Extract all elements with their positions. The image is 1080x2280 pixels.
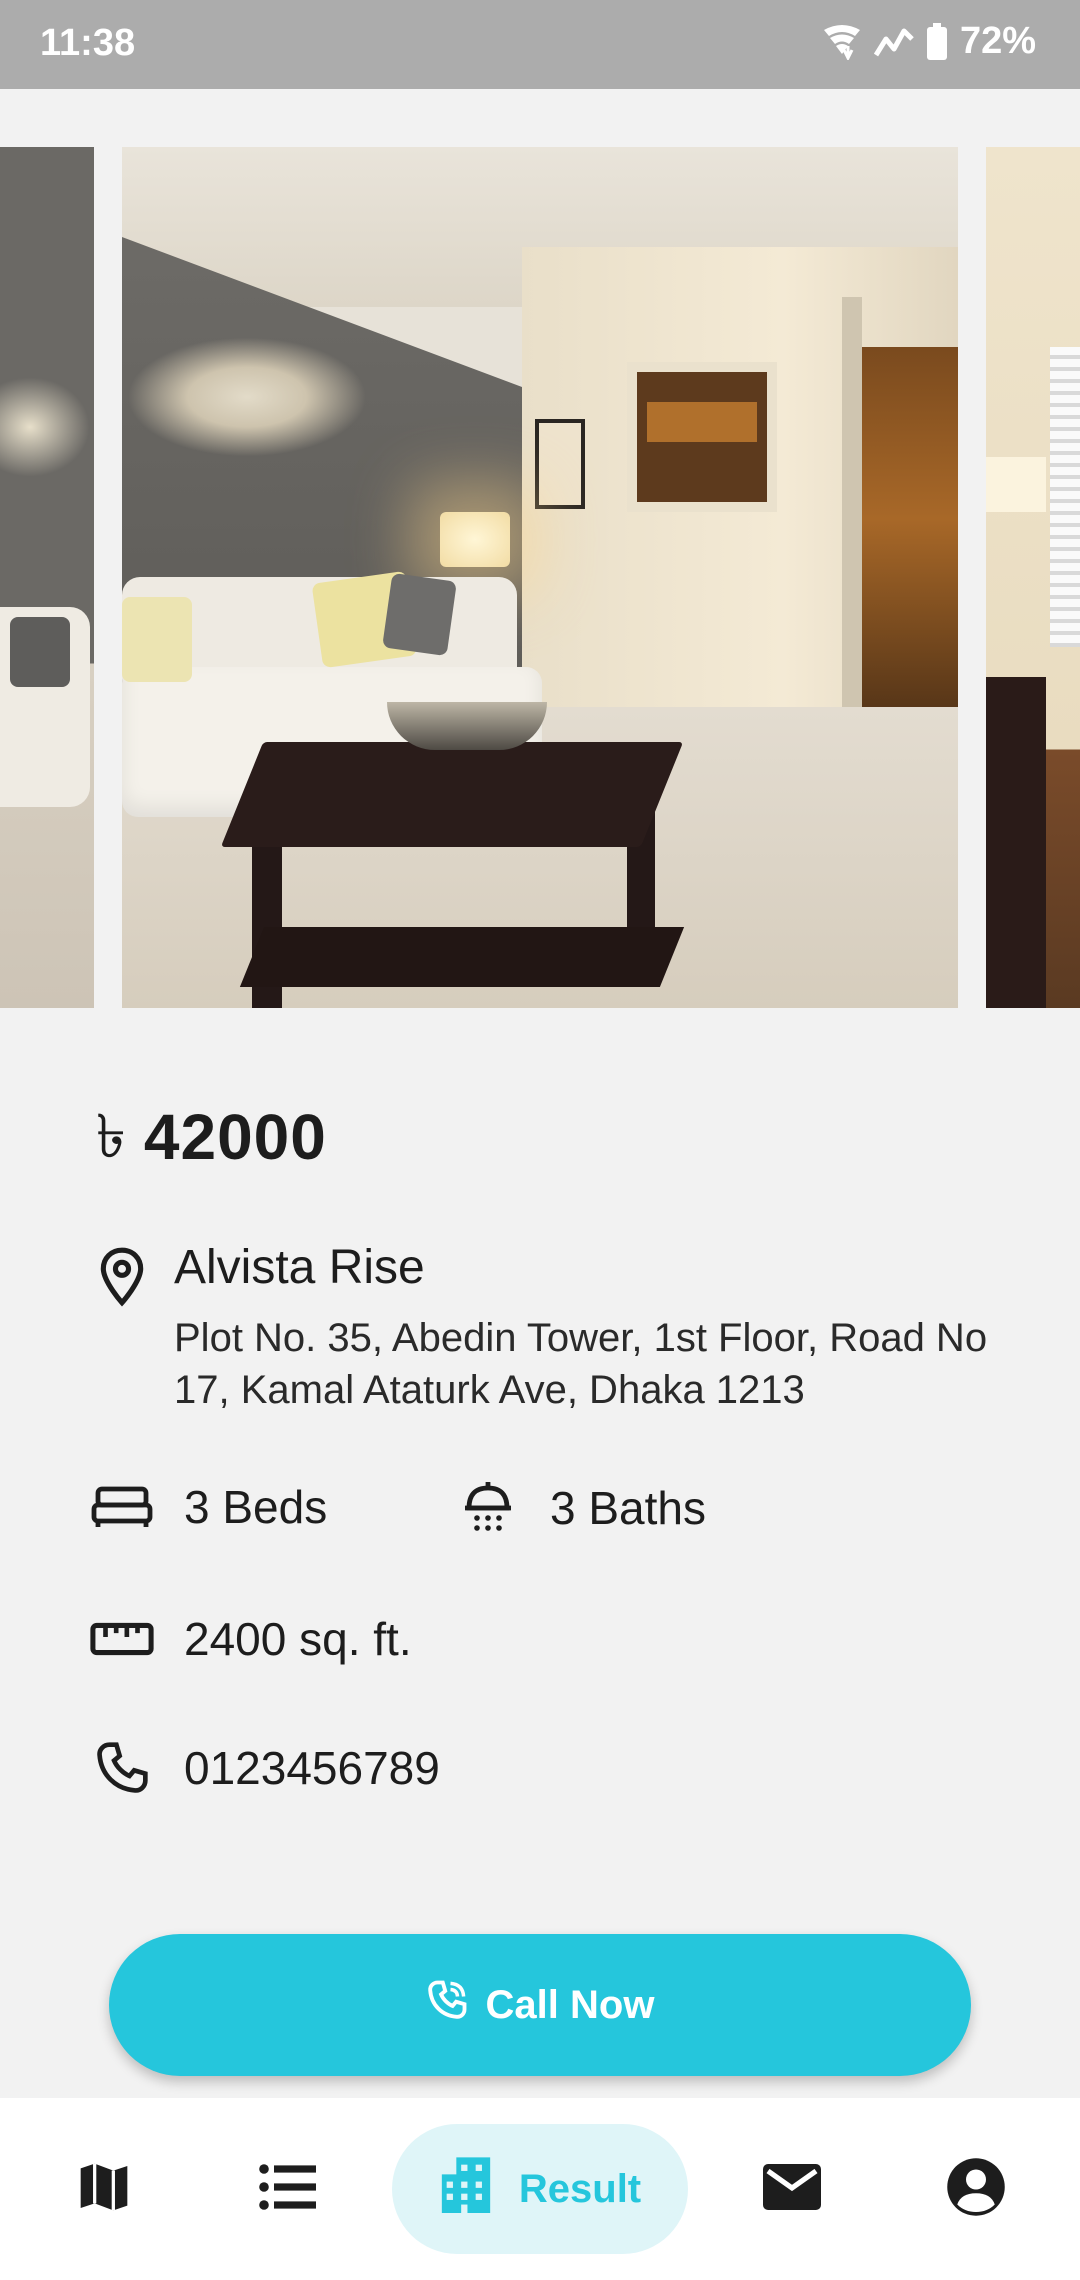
- nav-result-label: Result: [518, 2166, 642, 2211]
- property-address: Plot No. 35, Abedin Tower, 1st Floor, Ro…: [174, 1316, 988, 1412]
- battery-level: 72%: [959, 20, 1036, 62]
- phone-call-icon: [426, 1979, 468, 2031]
- battery-icon: [926, 22, 948, 61]
- call-now-label: Call Now: [485, 1982, 655, 2027]
- beds-feature: 3 Beds: [90, 1480, 327, 1534]
- status-time: 11:38: [40, 22, 136, 64]
- status-bar: 11:38 72%: [0, 0, 1080, 89]
- baths-label: 3 Baths: [550, 1482, 706, 1534]
- signal-icon: [873, 25, 914, 59]
- phone-feature[interactable]: 0123456789: [90, 1740, 440, 1796]
- nav-map[interactable]: [64, 2124, 144, 2254]
- shower-icon: [456, 1480, 520, 1536]
- baths-feature: 3 Baths: [456, 1480, 706, 1536]
- phone-icon: [90, 1740, 154, 1796]
- phone-number[interactable]: 0123456789: [184, 1741, 440, 1795]
- area-label: 2400 sq. ft.: [184, 1613, 412, 1665]
- nav-profile[interactable]: [936, 2124, 1016, 2254]
- call-now-button[interactable]: Call Now: [109, 1934, 971, 2076]
- living-room-photo-1: [0, 147, 94, 1008]
- carousel-image-next[interactable]: [986, 147, 1080, 1008]
- list-icon: [258, 2163, 318, 2216]
- photo-carousel[interactable]: [0, 147, 1080, 1008]
- nav-result[interactable]: Result: [392, 2124, 688, 2254]
- wifi-icon: [822, 24, 862, 60]
- area-feature: 2400 sq. ft.: [90, 1612, 412, 1666]
- carousel-image-current[interactable]: [122, 147, 958, 1008]
- living-room-photo-2: [122, 147, 958, 1008]
- bed-icon: [90, 1485, 154, 1529]
- account-icon: [946, 2157, 1006, 2222]
- status-icons: 72%: [822, 20, 1036, 63]
- map-icon: [75, 2159, 133, 2220]
- building-icon: [439, 2155, 493, 2223]
- property-name: Alvista Rise: [174, 1241, 425, 1294]
- nav-mail[interactable]: [752, 2124, 832, 2254]
- price-value: 42000: [143, 1101, 327, 1173]
- location-pin-icon: [94, 1246, 150, 1313]
- nav-list[interactable]: [248, 2124, 328, 2254]
- living-room-photo-3: [986, 147, 1080, 1008]
- price-row: ৳ 42000: [96, 1100, 327, 1174]
- currency-symbol: ৳: [96, 1103, 126, 1170]
- bottom-navigation: Result: [0, 2098, 1080, 2280]
- carousel-image-previous[interactable]: [0, 147, 94, 1008]
- beds-label: 3 Beds: [184, 1481, 328, 1533]
- mail-icon: [762, 2163, 822, 2216]
- ruler-icon: [90, 1621, 154, 1657]
